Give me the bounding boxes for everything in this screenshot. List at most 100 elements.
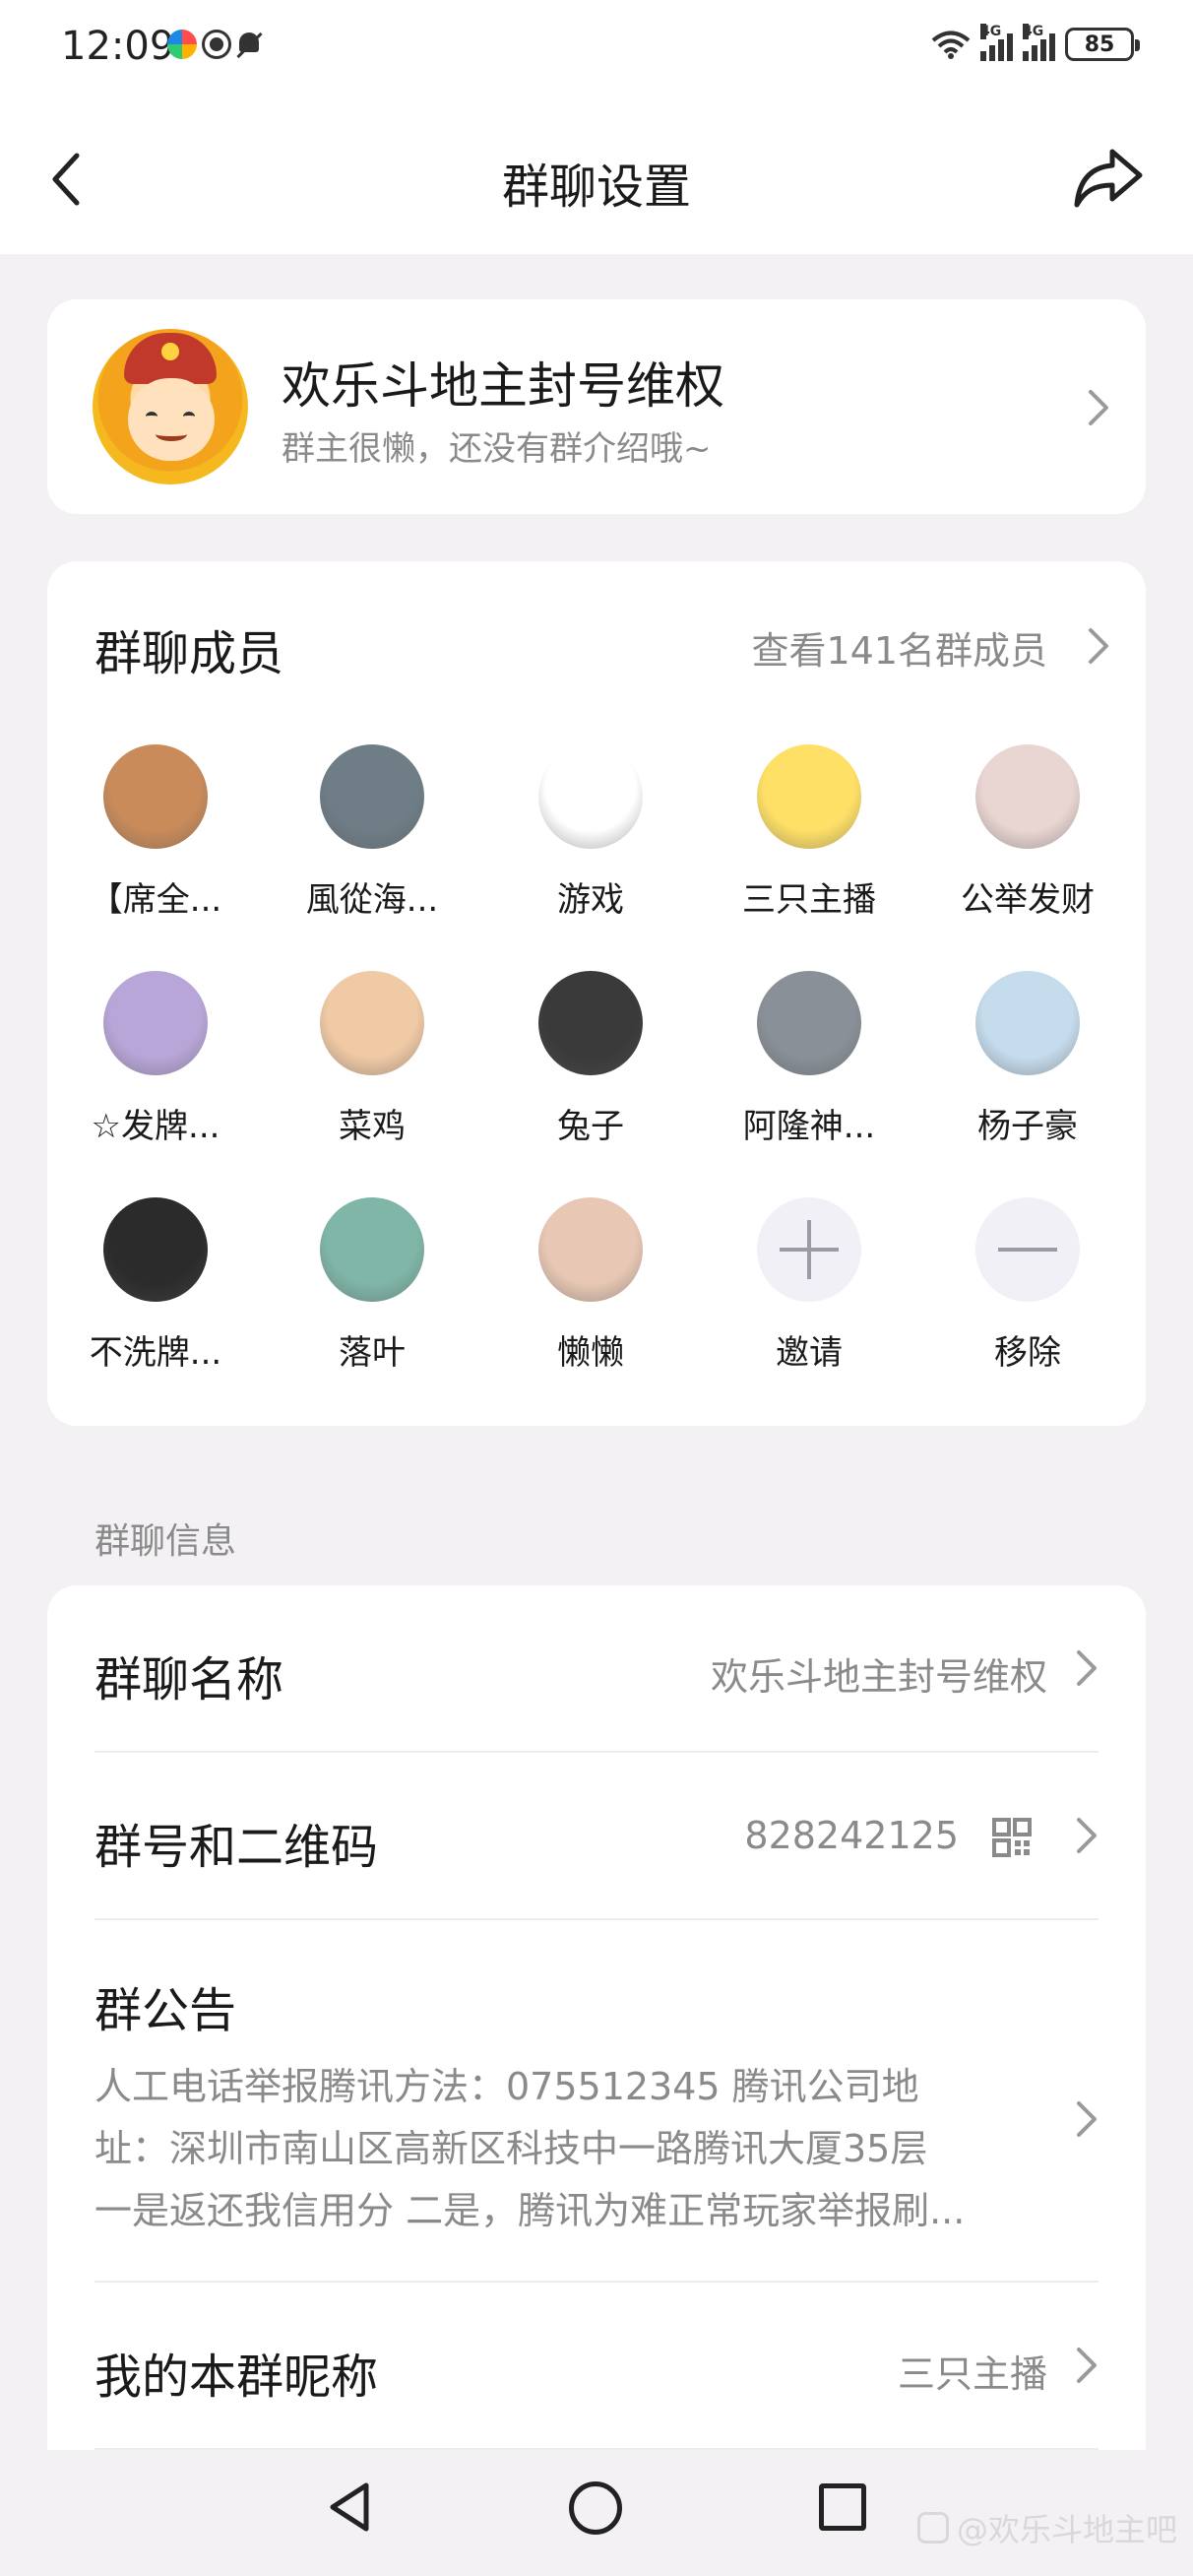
- app-header: 群聊设置: [0, 98, 1193, 254]
- member-name: 兔子: [557, 1107, 624, 1146]
- mute-bell-icon: [236, 31, 262, 58]
- watermark: @欢乐斗地主吧: [916, 2505, 1177, 2550]
- battery-icon: 85: [1065, 28, 1140, 61]
- member-name: 落叶: [339, 1333, 406, 1373]
- group-description: 群主很懒，还没有群介绍哦~: [282, 429, 712, 469]
- alarm-icon: [205, 32, 228, 56]
- watermark-logo-icon: [916, 2512, 949, 2544]
- member-item[interactable]: 懒懒: [482, 1197, 699, 1374]
- my-nickname-row[interactable]: 我的本群昵称 三只主播: [94, 2283, 1099, 2448]
- group-name-label: 群聊名称: [94, 1652, 284, 1707]
- member-item[interactable]: ☆发牌...: [47, 971, 264, 1147]
- group-id-label: 群号和二维码: [94, 1820, 379, 1875]
- minus-icon: [998, 1220, 1057, 1279]
- system-nav-bar: @欢乐斗地主吧: [0, 2450, 1193, 2576]
- member-avatar: [103, 744, 208, 849]
- group-notice-label: 群公告: [94, 1983, 237, 2038]
- chevron-right-icon: [1075, 2346, 1099, 2385]
- remove-button[interactable]: 移除: [919, 1197, 1136, 1374]
- member-item[interactable]: 落叶: [264, 1197, 480, 1374]
- share-icon[interactable]: [1073, 144, 1144, 213]
- notice-line-2: 址：深圳市南山区高新区科技中一路腾讯大厦35层: [94, 2127, 928, 2170]
- member-avatar: [103, 1197, 208, 1302]
- member-name: 游戏: [557, 880, 624, 920]
- member-name: 阿隆神...: [742, 1107, 876, 1146]
- member-item[interactable]: 菜鸡: [264, 971, 480, 1147]
- member-avatar: [757, 744, 861, 849]
- group-id-row[interactable]: 群号和二维码 828242125: [94, 1753, 1099, 1918]
- member-name: 杨子豪: [977, 1107, 1078, 1146]
- group-id-value: 828242125: [744, 1814, 959, 1857]
- members-title: 群聊成员: [94, 626, 284, 681]
- network-type-1: 4G: [980, 24, 1002, 39]
- invite-label: 邀请: [776, 1333, 843, 1373]
- status-bar: 12:09 4G 4G 85: [0, 0, 1193, 98]
- group-name: 欢乐斗地主封号维权: [282, 357, 724, 415]
- invite-avatar: [757, 1197, 861, 1302]
- chevron-right-icon: [1075, 1648, 1099, 1688]
- member-item[interactable]: 不洗牌...: [47, 1197, 264, 1374]
- my-nickname-value: 三只主播: [897, 2352, 1047, 2396]
- group-info-card: 群聊名称 欢乐斗地主封号维权 群号和二维码 828242125 群公告 人工电话…: [47, 1585, 1146, 2576]
- chevron-right-icon: [1087, 626, 1110, 666]
- watermark-text: @欢乐斗地主吧: [956, 2511, 1177, 2548]
- app-notification-icon: [167, 30, 197, 59]
- member-name: 不洗牌...: [89, 1333, 222, 1373]
- member-avatar: [975, 971, 1080, 1075]
- plus-icon: [780, 1220, 839, 1279]
- network-type-2: 4G: [1023, 24, 1044, 39]
- member-name: 菜鸡: [339, 1107, 406, 1146]
- remove-avatar: [975, 1197, 1080, 1302]
- remove-label: 移除: [994, 1333, 1061, 1373]
- member-avatar: [538, 744, 643, 849]
- group-name-row[interactable]: 群聊名称 欢乐斗地主封号维权: [94, 1585, 1099, 1751]
- members-card: 群聊成员 查看141名群成员 【席全... 風從海... 游戏 三只主播 公举发财 ☆发牌…: [47, 561, 1146, 1426]
- member-avatar: [320, 744, 424, 849]
- member-avatar: [103, 971, 208, 1075]
- member-item[interactable]: 杨子豪: [919, 971, 1136, 1147]
- member-item[interactable]: 【席全...: [47, 744, 264, 921]
- signal-icon-2: 4G: [1023, 24, 1055, 61]
- notice-line-1: 人工电话举报腾讯方法：075512345 腾讯公司地: [94, 2065, 919, 2108]
- chevron-right-icon: [1075, 2099, 1099, 2139]
- view-all-members-link[interactable]: 查看141名群成员: [751, 620, 1047, 675]
- nav-recent-apps-icon[interactable]: [819, 2483, 866, 2531]
- status-time: 12:09: [61, 24, 175, 69]
- chevron-right-icon: [1075, 1816, 1099, 1855]
- chevron-right-icon: [1087, 388, 1110, 427]
- group-profile-card[interactable]: 欢乐斗地主封号维权 群主很懒，还没有群介绍哦~: [47, 299, 1146, 514]
- group-avatar: [93, 329, 248, 484]
- member-avatar: [538, 971, 643, 1075]
- group-name-value: 欢乐斗地主封号维权: [710, 1655, 1047, 1699]
- member-avatar: [320, 971, 424, 1075]
- status-right-icons: 4G 4G 85: [931, 24, 1140, 61]
- notice-line-3: 一是返还我信用分 二是，腾讯为难正常玩家举报刷...: [94, 2189, 966, 2232]
- member-item[interactable]: 風從海...: [264, 744, 480, 921]
- status-left-icons: [167, 30, 262, 59]
- member-name: ☆发牌...: [91, 1107, 220, 1146]
- invite-button[interactable]: 邀请: [701, 1197, 917, 1374]
- member-name: 【席全...: [89, 880, 222, 920]
- member-name: 懒懒: [557, 1333, 624, 1373]
- qr-code-icon: [992, 1818, 1032, 1857]
- my-nickname-label: 我的本群昵称: [94, 2350, 379, 2405]
- member-avatar: [975, 744, 1080, 849]
- section-label-group-info: 群聊信息: [94, 1521, 237, 1562]
- member-avatar: [320, 1197, 424, 1302]
- nav-home-icon[interactable]: [569, 2481, 622, 2535]
- member-name: 三只主播: [742, 880, 876, 920]
- member-item[interactable]: 公举发财: [919, 744, 1136, 921]
- page-title: 群聊设置: [501, 160, 691, 215]
- member-avatar: [757, 971, 861, 1075]
- member-name: 公举发财: [961, 880, 1095, 920]
- group-notice-row[interactable]: 群公告 人工电话举报腾讯方法：075512345 腾讯公司地 址：深圳市南山区高…: [94, 1920, 1099, 2279]
- member-item[interactable]: 游戏: [482, 744, 699, 921]
- nav-back-icon[interactable]: [325, 2479, 374, 2535]
- member-avatar: [538, 1197, 643, 1302]
- member-name: 風從海...: [305, 880, 439, 920]
- member-item[interactable]: 三只主播: [701, 744, 917, 921]
- wifi-icon: [931, 31, 971, 59]
- member-item[interactable]: 兔子: [482, 971, 699, 1147]
- battery-level: 85: [1084, 32, 1115, 57]
- member-item[interactable]: 阿隆神...: [701, 971, 917, 1147]
